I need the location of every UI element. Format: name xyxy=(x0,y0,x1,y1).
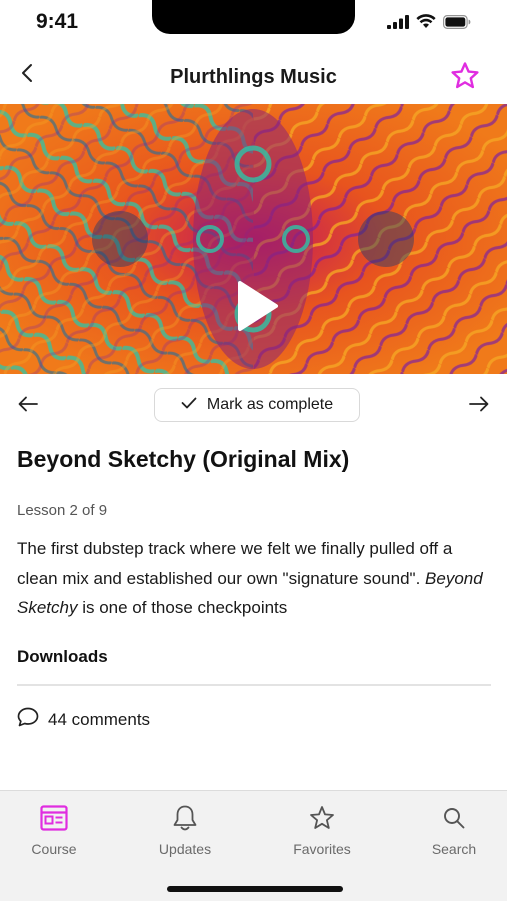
video-player[interactable] xyxy=(0,104,507,374)
comments-label: 44 comments xyxy=(48,709,151,729)
tab-favorites-label: Favorites xyxy=(293,841,351,857)
tab-updates[interactable]: Updates xyxy=(135,805,235,857)
lesson-description: The first dubstep track where we felt we… xyxy=(17,534,495,623)
tab-search-label: Search xyxy=(431,841,477,857)
status-icons xyxy=(387,14,471,34)
device-notch xyxy=(152,0,355,34)
app-header: Plurthlings Music xyxy=(0,56,507,102)
mark-complete-label: Mark as complete xyxy=(206,396,334,413)
battery-icon xyxy=(443,14,471,34)
next-lesson-button[interactable] xyxy=(465,392,493,420)
star-icon xyxy=(309,805,335,836)
course-icon xyxy=(40,804,68,836)
tab-course-label: Course xyxy=(31,841,77,857)
bottom-tab-bar: Course Updates Favorites Search xyxy=(0,790,507,901)
favorite-button[interactable] xyxy=(449,61,481,96)
home-indicator[interactable] xyxy=(167,886,343,892)
comment-bubble-icon xyxy=(17,707,39,732)
tab-search[interactable]: Search xyxy=(404,805,504,857)
lesson-title: Beyond Sketchy (Original Mix) xyxy=(17,446,350,472)
mark-complete-button[interactable]: Mark as complete xyxy=(154,388,360,422)
bell-icon xyxy=(172,804,198,837)
status-time: 9:41 xyxy=(36,10,79,33)
arrow-right-icon xyxy=(469,396,489,417)
play-icon[interactable] xyxy=(238,281,299,360)
signal-icon xyxy=(387,14,409,34)
divider xyxy=(17,684,491,686)
checkmark-icon xyxy=(181,396,197,414)
previous-lesson-button[interactable] xyxy=(14,392,42,420)
arrow-left-icon xyxy=(18,396,38,417)
downloads-heading[interactable]: Downloads xyxy=(17,647,108,667)
lesson-progress-count: Lesson 2 of 9 xyxy=(17,502,108,519)
tab-favorites[interactable]: Favorites xyxy=(272,805,372,857)
tab-updates-label: Updates xyxy=(158,841,212,857)
star-outline-icon xyxy=(450,61,480,96)
description-text-end: is one of those checkpoints xyxy=(77,598,288,617)
tab-course[interactable]: Course xyxy=(4,804,104,857)
page-title: Plurthlings Music xyxy=(170,66,337,88)
comments-link[interactable]: 44 comments xyxy=(17,707,150,732)
search-icon xyxy=(442,806,466,835)
status-bar: 9:41 xyxy=(0,0,507,48)
wifi-icon xyxy=(416,14,436,34)
lesson-navigation: Mark as complete xyxy=(0,386,507,424)
description-text: The first dubstep track where we felt we… xyxy=(17,539,453,588)
